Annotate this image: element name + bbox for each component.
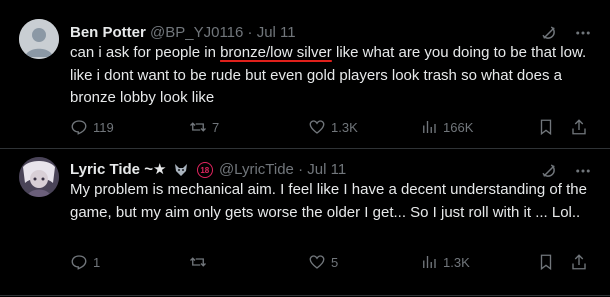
post-text: My problem is mechanical aim. I feel lik…: [70, 181, 587, 221]
reply-icon: [71, 120, 87, 135]
like-button[interactable]: 5: [308, 252, 338, 272]
views-icon: [423, 121, 436, 133]
like-button[interactable]: 1.3K: [308, 117, 358, 137]
post-header: Lyric Tide ~★ 18 @LyricTide · Jul 11: [70, 160, 346, 179]
wolf-emoji-icon: [174, 164, 187, 177]
bookmark-icon: [540, 254, 552, 271]
grok-icon[interactable]: [540, 162, 558, 180]
like-icon: [309, 120, 325, 134]
share-button[interactable]: [570, 252, 593, 272]
reply-icon: [71, 255, 87, 270]
views-count: 1.3K: [443, 254, 470, 270]
more-icon[interactable]: [573, 24, 593, 42]
post-date[interactable]: Jul 11: [307, 161, 346, 178]
author-handle[interactable]: @LyricTide: [219, 161, 294, 178]
more-icon[interactable]: [573, 162, 593, 180]
like-count: 5: [331, 254, 339, 270]
post-ben-potter[interactable]: Ben Potter @BP_YJ0116 · Jul 11 can i ask…: [0, 0, 610, 149]
reply-button[interactable]: 1: [70, 252, 100, 272]
age-18-badge-icon: 18: [196, 162, 213, 179]
default-avatar-icon: [19, 19, 59, 59]
share-icon: [572, 119, 586, 135]
post-lyric-tide[interactable]: Lyric Tide ~★ 18 @LyricTide · Jul 11 My …: [0, 148, 610, 296]
reply-count: 119: [93, 119, 114, 135]
action-bar: 119 7 1.3K 166K: [70, 117, 595, 137]
post-text-highlighted: bronze/low silver: [220, 44, 332, 61]
separator-dot: ·: [247, 24, 253, 41]
grok-icon[interactable]: [540, 24, 558, 42]
repost-icon: [190, 122, 206, 132]
action-bar: 1 5 1.3K: [70, 252, 595, 272]
star-glyph: ★: [152, 161, 167, 178]
post-header: Ben Potter @BP_YJ0116 · Jul 11: [70, 24, 296, 41]
reply-count: 1: [93, 254, 101, 270]
repost-button[interactable]: [189, 252, 212, 272]
post-text: can i ask for people in bronze/low silve…: [70, 42, 595, 110]
author-name[interactable]: Ben Potter: [70, 24, 146, 41]
share-button[interactable]: [570, 117, 593, 137]
bookmark-button[interactable]: [537, 117, 560, 137]
bookmark-button[interactable]: [537, 252, 560, 272]
post-date[interactable]: Jul 11: [257, 24, 296, 41]
share-icon: [572, 254, 586, 270]
author-name[interactable]: Lyric Tide ~: [70, 161, 153, 178]
views-count: 166K: [443, 119, 474, 135]
avatar[interactable]: [19, 157, 59, 197]
post-text-start: can i ask for people in: [70, 44, 221, 61]
repost-icon: [190, 257, 206, 267]
views-button[interactable]: 1.3K: [420, 252, 470, 272]
like-count: 1.3K: [331, 119, 358, 135]
views-icon: [423, 256, 436, 268]
repost-button[interactable]: 7: [189, 117, 219, 137]
separator-dot: ·: [298, 161, 304, 178]
views-button[interactable]: 166K: [420, 117, 473, 137]
repost-count: 7: [212, 119, 220, 135]
bookmark-icon: [540, 119, 552, 136]
avatar[interactable]: [19, 19, 59, 59]
reply-button[interactable]: 119: [70, 117, 114, 137]
like-icon: [309, 255, 325, 269]
avatar-image: [19, 157, 59, 197]
author-handle[interactable]: @BP_YJ0116: [150, 24, 243, 41]
